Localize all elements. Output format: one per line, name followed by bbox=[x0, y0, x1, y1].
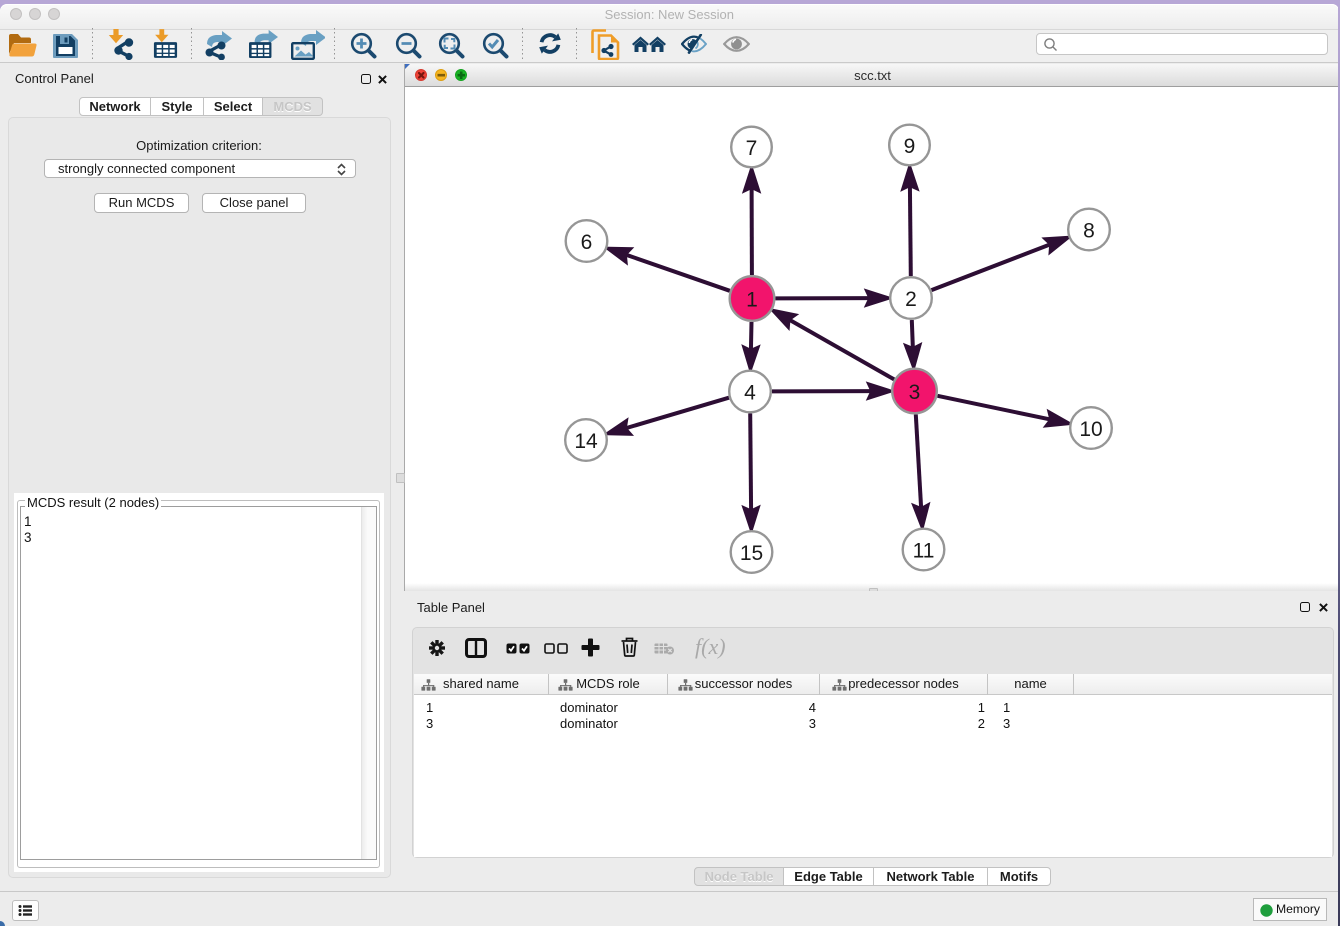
svg-text:7: 7 bbox=[746, 137, 758, 160]
svg-text:2: 2 bbox=[905, 288, 917, 311]
svg-text:10: 10 bbox=[1079, 418, 1102, 441]
svg-text:1: 1 bbox=[746, 289, 758, 312]
svg-text:15: 15 bbox=[740, 542, 763, 565]
svg-text:9: 9 bbox=[904, 135, 916, 158]
svg-text:14: 14 bbox=[574, 430, 598, 453]
svg-text:6: 6 bbox=[581, 231, 593, 254]
svg-text:4: 4 bbox=[744, 382, 756, 405]
svg-text:8: 8 bbox=[1083, 220, 1095, 243]
svg-text:11: 11 bbox=[913, 540, 935, 563]
svg-text:3: 3 bbox=[909, 381, 921, 404]
